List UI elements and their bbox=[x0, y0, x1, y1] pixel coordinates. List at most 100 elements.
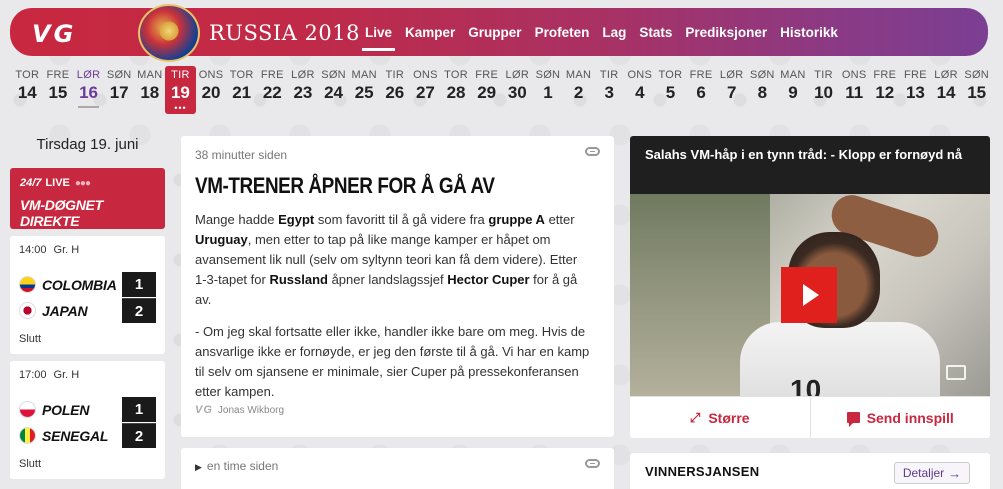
date-11[interactable]: MAN 25 bbox=[349, 68, 380, 122]
video-frame[interactable]: 10 bbox=[630, 194, 990, 396]
date-9[interactable]: LØR 23 bbox=[288, 68, 319, 122]
date-27[interactable]: ONS 11 bbox=[839, 68, 870, 122]
match-card[interactable]: 17:00 Gr. H POLEN 1 SENEGAL 2 Slutt bbox=[10, 361, 165, 479]
byline-author: Jonas Wikborg bbox=[217, 404, 285, 416]
date-21[interactable]: TOR 5 bbox=[655, 68, 686, 122]
date-weekday: FRE bbox=[689, 69, 713, 81]
score-home: 1 bbox=[122, 272, 156, 297]
link-icon[interactable] bbox=[585, 459, 600, 468]
date-weekday: TIR bbox=[814, 69, 833, 81]
date-strip: TOR 14 FRE 15 LØR 16 SØN 17 MAN 18 TIR 19 ••• ONS 20 TO… bbox=[12, 66, 992, 122]
team-row-away: SENEGAL 2 bbox=[19, 423, 156, 448]
today-dots-icon: ••• bbox=[174, 103, 187, 113]
date-8[interactable]: FRE 22 bbox=[257, 68, 288, 122]
nav-grupper[interactable]: Grupper bbox=[468, 8, 521, 56]
feedback-button[interactable]: Send innspill bbox=[809, 397, 991, 438]
video-title[interactable]: Salahs VM-håp i en tynn tråd: - Klopp er… bbox=[630, 136, 990, 194]
link-icon[interactable] bbox=[585, 147, 600, 156]
date-22[interactable]: FRE 6 bbox=[686, 68, 717, 122]
nav-profeten[interactable]: Profeten bbox=[535, 8, 590, 56]
match-card[interactable]: 14:00 Gr. H COLOMBIA 1 JAPAN 2 Slutt bbox=[10, 236, 165, 354]
winner-card: VINNERSJANSEN Detaljer → bbox=[630, 453, 990, 489]
nav-prediksjoner[interactable]: Prediksjoner bbox=[685, 8, 767, 56]
date-day: 18 bbox=[140, 83, 160, 102]
play-button-icon[interactable] bbox=[781, 267, 837, 323]
date-0[interactable]: TOR 14 bbox=[12, 68, 43, 122]
match-meta: 14:00 Gr. H bbox=[19, 244, 156, 260]
date-12[interactable]: TIR 26 bbox=[380, 68, 411, 122]
date-day: 28 bbox=[446, 83, 466, 102]
brand-title[interactable]: RUSSIA 2018 bbox=[209, 21, 360, 45]
nav-stats[interactable]: Stats bbox=[639, 8, 672, 56]
date-day: 1 bbox=[543, 83, 553, 102]
score-home: 1 bbox=[122, 397, 156, 422]
nav-kamper[interactable]: Kamper bbox=[405, 8, 455, 56]
text-segment: Mange hadde bbox=[195, 212, 279, 227]
date-day: 13 bbox=[905, 83, 925, 102]
live-title: VM-DØGNET DIREKTE bbox=[20, 197, 103, 229]
text-segment: etter bbox=[544, 212, 575, 227]
live-hours: 24/7 bbox=[20, 177, 42, 189]
bigger-button[interactable]: ⤢ Større bbox=[630, 397, 810, 438]
date-day: 26 bbox=[385, 83, 405, 102]
details-button[interactable]: Detaljer → bbox=[894, 462, 970, 484]
date-13[interactable]: ONS 27 bbox=[410, 68, 441, 122]
date-30[interactable]: LØR 14 bbox=[931, 68, 962, 122]
date-14[interactable]: TOR 28 bbox=[441, 68, 472, 122]
date-4[interactable]: MAN 18 bbox=[135, 68, 166, 122]
date-6[interactable]: ONS 20 bbox=[196, 68, 227, 122]
date-weekday: ONS bbox=[413, 69, 438, 81]
date-29[interactable]: FRE 13 bbox=[900, 68, 931, 122]
date-day: 7 bbox=[726, 83, 737, 102]
date-weekday: FRE bbox=[475, 69, 499, 81]
nav-items: Live Kamper Grupper Profeten Lag Stats P… bbox=[361, 8, 851, 56]
date-28[interactable]: FRE 12 bbox=[870, 68, 901, 122]
date-31[interactable]: SØN 15 bbox=[961, 68, 992, 122]
date-20[interactable]: ONS 4 bbox=[625, 68, 656, 122]
message-icon bbox=[846, 412, 860, 427]
date-day: 9 bbox=[788, 83, 798, 102]
date-day: 17 bbox=[109, 83, 129, 102]
article-title[interactable]: VM-TRENER ÅPNER FOR Å GÅ AV bbox=[195, 173, 543, 199]
date-day: 14 bbox=[936, 83, 956, 102]
nav-live[interactable]: Live bbox=[361, 8, 396, 56]
arrow-right-icon: → bbox=[948, 465, 962, 481]
nav-historikk[interactable]: Historikk bbox=[780, 8, 838, 56]
date-26[interactable]: TIR 10 bbox=[808, 68, 839, 122]
date-day: 2 bbox=[573, 83, 584, 102]
date-weekday: MAN bbox=[137, 69, 163, 81]
date-19[interactable]: TIR 3 bbox=[594, 68, 625, 122]
video-player-shirt bbox=[740, 322, 940, 396]
date-day: 8 bbox=[757, 83, 768, 102]
date-2[interactable]: LØR 16 bbox=[73, 68, 104, 122]
date-16[interactable]: LØR 30 bbox=[502, 68, 533, 122]
live-card[interactable]: 24/7 LIVE ●●● VM-DØGNET DIREKTE bbox=[10, 168, 165, 229]
date-15[interactable]: FRE 29 bbox=[471, 68, 502, 122]
article-paragraph-1: Mange hadde Egypt som favoritt til å gå … bbox=[195, 210, 591, 310]
cast-icon[interactable] bbox=[946, 365, 966, 380]
senegal-flag-icon bbox=[19, 427, 36, 444]
date-24[interactable]: SØN 8 bbox=[747, 68, 778, 122]
nav-lag[interactable]: Lag bbox=[602, 8, 626, 56]
date-3[interactable]: SØN 17 bbox=[104, 68, 135, 122]
date-18[interactable]: MAN 2 bbox=[563, 68, 594, 122]
date-5[interactable]: TIR 19 ••• bbox=[165, 66, 196, 114]
date-weekday: SØN bbox=[535, 69, 561, 81]
date-23[interactable]: LØR 7 bbox=[716, 68, 747, 122]
date-7[interactable]: TOR 21 bbox=[226, 68, 257, 122]
date-17[interactable]: SØN 1 bbox=[533, 68, 564, 122]
date-weekday: FRE bbox=[903, 69, 927, 81]
date-heading: Tirsdag 19. juni bbox=[36, 136, 139, 153]
feedback-label: Send innspill bbox=[866, 409, 954, 426]
date-weekday: MAN bbox=[351, 69, 377, 81]
date-25[interactable]: MAN 9 bbox=[778, 68, 809, 122]
date-1[interactable]: FRE 15 bbox=[43, 68, 74, 122]
date-10[interactable]: SØN 24 bbox=[318, 68, 349, 122]
article2-time-text: en time siden bbox=[206, 459, 279, 473]
date-weekday: LØR bbox=[291, 69, 315, 81]
score-away: 2 bbox=[122, 423, 156, 448]
date-weekday: TIR bbox=[385, 69, 405, 81]
world-cup-logo-icon[interactable] bbox=[138, 4, 200, 62]
vg-logo[interactable]: VG bbox=[32, 20, 76, 48]
date-weekday: MAN bbox=[565, 69, 592, 81]
